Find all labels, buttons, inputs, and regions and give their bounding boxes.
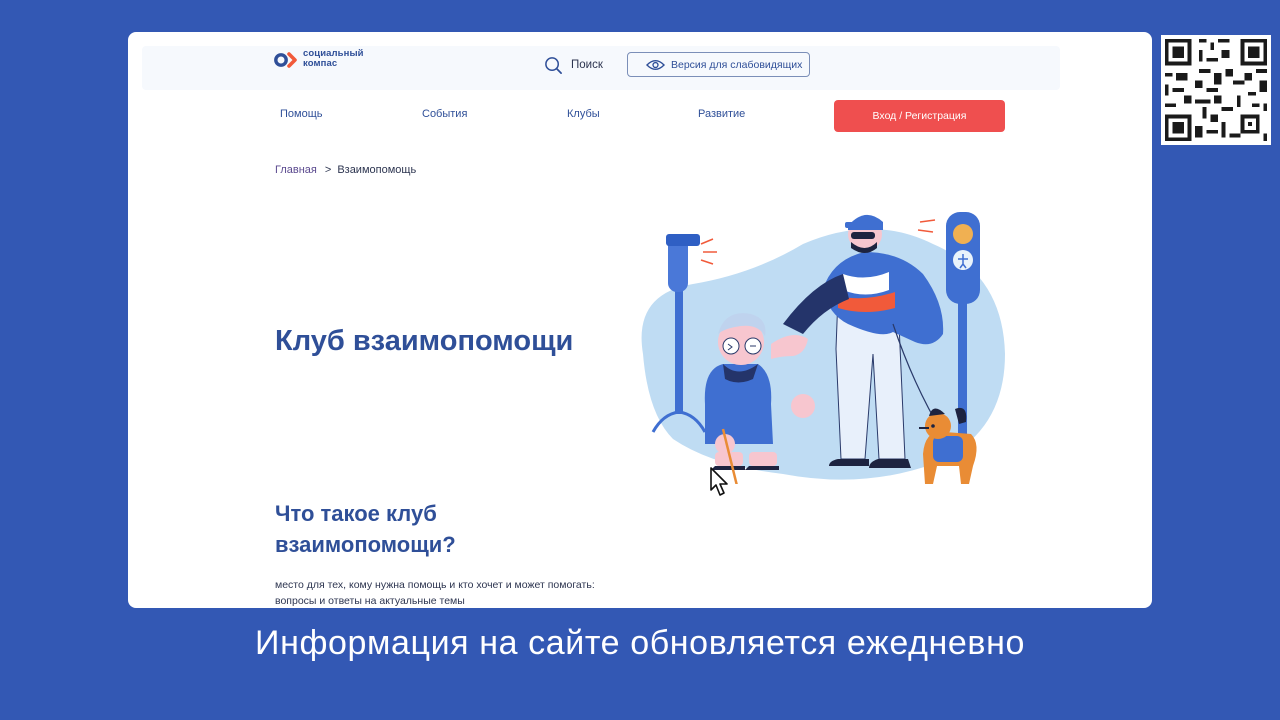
search-button[interactable]: Поиск <box>544 55 603 75</box>
section-title: Что такое клуб взаимопомощи? <box>275 501 456 557</box>
breadcrumb: Главная > Взаимопомощь <box>275 164 416 176</box>
breadcrumb-separator: > <box>324 164 332 176</box>
logo-text-line2: компас <box>303 58 338 69</box>
section-description: место для тех, кому нужна помощь и кто х… <box>275 577 655 608</box>
nav-item-events[interactable]: События <box>422 108 467 120</box>
low-vision-button[interactable]: Версия для слабовидящих <box>627 52 810 77</box>
eye-icon <box>646 59 665 70</box>
hero-illustration <box>641 212 1005 484</box>
browser-window: социальный компас Поиск Версия для слабо… <box>128 32 1152 608</box>
caption: Информация на сайте обновляется ежедневн… <box>255 624 1025 662</box>
section-text-line1: место для тех, кому нужна помощь и кто х… <box>275 579 595 591</box>
logo-mark-icon <box>274 52 297 68</box>
breadcrumb-current: Взаимопомощь <box>337 164 417 176</box>
qr-code <box>1161 35 1271 145</box>
nav-item-help[interactable]: Помощь <box>280 108 323 120</box>
section-text-line2: вопросы и ответы на актуальные темы <box>275 595 465 607</box>
low-vision-label: Версия для слабовидящих <box>671 58 803 71</box>
site-logo[interactable]: социальный компас <box>274 48 384 72</box>
nav-item-clubs[interactable]: Клубы <box>567 108 600 120</box>
nav-item-development[interactable]: Развитие <box>698 108 745 120</box>
login-register-button[interactable]: Вход / Регистрация <box>834 100 1005 132</box>
search-label: Поиск <box>571 59 603 71</box>
cursor-icon <box>710 467 728 496</box>
page-title: Клуб взаимопомощи <box>275 325 574 357</box>
search-icon <box>545 56 562 74</box>
breadcrumb-home-link[interactable]: Главная <box>275 164 317 176</box>
logo-text: социальный компас <box>303 49 364 69</box>
